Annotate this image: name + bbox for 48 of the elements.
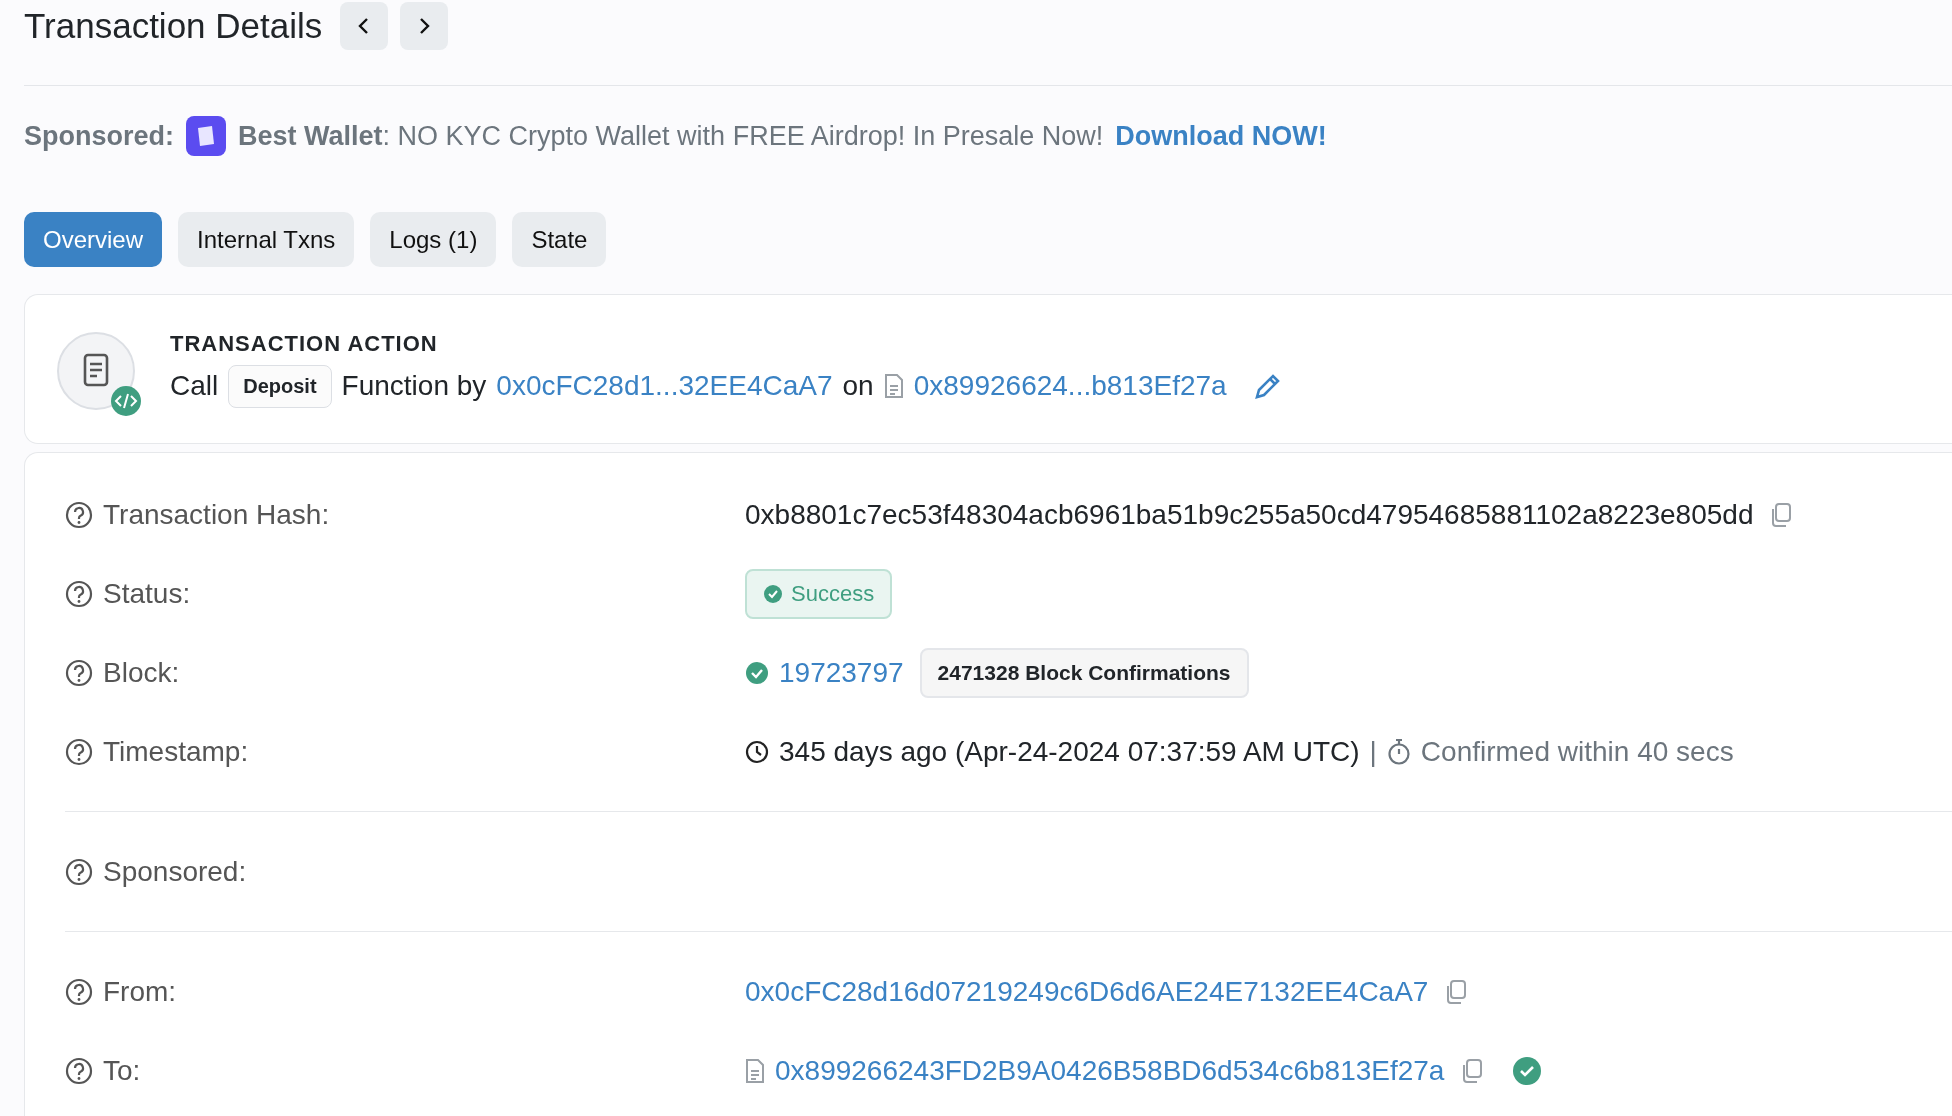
help-icon[interactable] xyxy=(65,857,93,886)
field-label: Sponsored: xyxy=(103,855,247,888)
function-tag: Deposit xyxy=(228,364,332,408)
sponsored-text: Best Wallet: NO KYC Crypto Wallet with FREE Airdrop! In Presale Now! xyxy=(238,120,1104,152)
download-link[interactable]: Download NOW! xyxy=(1115,120,1327,152)
page-title: Transaction Details xyxy=(24,6,323,46)
address-link[interactable]: 0x899266243FD2B9A0426B58BD6d534c6b813Ef27a xyxy=(775,1054,1445,1087)
confirmed-time-text: Confirmed within 40 secs xyxy=(1420,735,1734,768)
help-icon[interactable] xyxy=(65,658,93,687)
copy-icon[interactable] xyxy=(1444,978,1469,1005)
field-label: Block: xyxy=(103,656,180,689)
sender-address-link[interactable]: 0x0cFC28d1...32EE4CaA7 xyxy=(496,370,833,402)
address-link[interactable]: 0x0cFC28d16d07219249c6D6d6AE24E7132EE4CaA7 xyxy=(745,975,1429,1008)
function-by-text: Function by xyxy=(341,370,487,402)
status-badge: Success xyxy=(745,568,893,619)
help-icon[interactable] xyxy=(65,579,93,608)
tab[interactable]: Internal Txns xyxy=(178,212,355,267)
stopwatch-icon xyxy=(1386,737,1411,766)
help-icon[interactable] xyxy=(65,500,93,529)
field-label: Transaction Hash: xyxy=(103,498,330,531)
copy-icon[interactable] xyxy=(1460,1057,1485,1084)
transaction-hash: 0xb8801c7ec53f48304acb6961ba51b9c255a50cd47954685881102a8223e805dd xyxy=(745,498,1754,531)
copy-icon[interactable] xyxy=(1769,501,1794,528)
field-label: From: xyxy=(103,975,177,1008)
document-icon xyxy=(883,373,904,399)
tab[interactable]: Logs (1) xyxy=(370,212,497,267)
block-number-link[interactable]: 19723797 xyxy=(779,656,904,689)
tab[interactable]: State xyxy=(512,212,607,267)
action-heading: TRANSACTION ACTION xyxy=(170,330,439,357)
separator-text: | xyxy=(1369,735,1377,768)
field-label: Status: xyxy=(103,577,191,610)
help-icon[interactable] xyxy=(65,977,93,1006)
help-icon[interactable] xyxy=(65,1056,93,1085)
field-label: To: xyxy=(103,1054,141,1087)
timestamp-text: 345 days ago (Apr-24-2024 07:37:59 AM UTC) xyxy=(779,735,1360,768)
field-label: Timestamp: xyxy=(103,735,249,768)
help-icon[interactable] xyxy=(65,737,93,766)
on-text: on xyxy=(842,370,874,402)
tab[interactable]: Overview xyxy=(24,212,163,267)
check-icon xyxy=(763,583,783,604)
check-icon xyxy=(745,660,769,685)
call-text: Call xyxy=(170,370,219,402)
confirmations-tag: 2471328 Block Confirmations xyxy=(919,647,1249,698)
contract-document-icon xyxy=(56,331,142,417)
clock-icon xyxy=(745,739,769,764)
wallet-logo-icon xyxy=(186,116,226,156)
contract-address-link[interactable]: 0x89926624...b813Ef27a xyxy=(913,370,1227,402)
sponsored-label: Sponsored: xyxy=(24,120,174,152)
